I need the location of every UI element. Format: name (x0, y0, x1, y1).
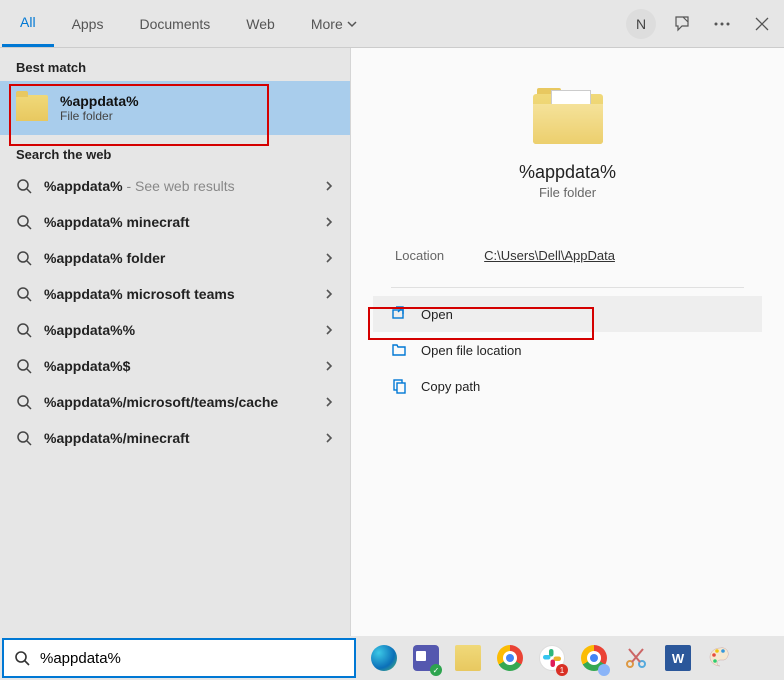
chevron-right-icon (324, 252, 334, 264)
tab-all[interactable]: All (2, 0, 54, 47)
copy-icon (391, 378, 407, 394)
copy-path-action[interactable]: Copy path (373, 368, 762, 404)
preview-title: %appdata% (391, 162, 744, 183)
best-match-header: Best match (0, 48, 350, 81)
tab-web[interactable]: Web (228, 2, 293, 46)
chevron-right-icon (324, 324, 334, 336)
web-result-text: %appdata% microsoft teams (44, 286, 312, 302)
chevron-down-icon (347, 19, 357, 29)
results-panel: Best match %appdata% File folder Search … (0, 48, 350, 636)
web-result[interactable]: %appdata%% (0, 312, 350, 348)
best-match-result[interactable]: %appdata% File folder (0, 81, 350, 135)
web-result[interactable]: %appdata%$ (0, 348, 350, 384)
taskbar-chrome-icon[interactable] (490, 638, 530, 678)
search-icon (16, 358, 32, 374)
close-icon[interactable] (742, 4, 782, 44)
folder-icon-large (533, 88, 603, 144)
search-icon (16, 178, 32, 194)
taskbar-chrome-profile-icon[interactable] (574, 638, 614, 678)
search-icon (14, 650, 30, 666)
taskbar-snip-icon[interactable] (616, 638, 656, 678)
web-result[interactable]: %appdata% - See web results (0, 168, 350, 204)
more-options-icon[interactable] (702, 4, 742, 44)
search-web-header: Search the web (0, 135, 350, 168)
tab-more[interactable]: More (293, 2, 375, 46)
folder-open-icon (391, 342, 407, 358)
search-input[interactable] (40, 650, 344, 667)
web-result[interactable]: %appdata% folder (0, 240, 350, 276)
search-icon (16, 394, 32, 410)
folder-icon (16, 95, 48, 121)
web-result-text: %appdata%$ (44, 358, 312, 374)
best-match-subtitle: File folder (60, 109, 139, 123)
web-result-text: %appdata%/microsoft/teams/cache (44, 394, 312, 410)
open-action[interactable]: Open (373, 296, 762, 332)
location-row: Location C:\Users\Dell\AppData (391, 240, 744, 288)
search-icon (16, 322, 32, 338)
web-result[interactable]: %appdata%/minecraft (0, 420, 350, 456)
open-file-location-action[interactable]: Open file location (373, 332, 762, 368)
taskbar: ✓ 1 W (0, 636, 784, 680)
chevron-right-icon (324, 288, 334, 300)
location-value[interactable]: C:\Users\Dell\AppData (484, 248, 615, 263)
search-icon (16, 430, 32, 446)
chevron-right-icon (324, 180, 334, 192)
chevron-right-icon (324, 360, 334, 372)
tab-apps[interactable]: Apps (54, 2, 122, 46)
chevron-right-icon (324, 432, 334, 444)
search-icon (16, 250, 32, 266)
web-result-text: %appdata% minecraft (44, 214, 312, 230)
web-result-text: %appdata% folder (44, 250, 312, 266)
taskbar-search[interactable] (2, 638, 356, 678)
chevron-right-icon (324, 216, 334, 228)
taskbar-slack-icon[interactable]: 1 (532, 638, 572, 678)
web-result[interactable]: %appdata% microsoft teams (0, 276, 350, 312)
search-icon (16, 214, 32, 230)
web-result-text: %appdata%/minecraft (44, 430, 312, 446)
filter-tabs: All Apps Documents Web More N (0, 0, 784, 48)
taskbar-edge-icon[interactable] (364, 638, 404, 678)
tab-documents[interactable]: Documents (121, 2, 228, 46)
feedback-icon[interactable] (662, 4, 702, 44)
taskbar-file-explorer-icon[interactable] (448, 638, 488, 678)
taskbar-paint-icon[interactable] (700, 638, 740, 678)
chevron-right-icon (324, 396, 334, 408)
preview-panel: %appdata% File folder Location C:\Users\… (350, 48, 784, 636)
web-result[interactable]: %appdata%/microsoft/teams/cache (0, 384, 350, 420)
web-result-text: %appdata% - See web results (44, 178, 312, 194)
open-location-label: Open file location (421, 343, 521, 358)
web-result-text: %appdata%% (44, 322, 312, 338)
open-label: Open (421, 307, 453, 322)
location-label: Location (395, 248, 444, 263)
web-result[interactable]: %appdata% minecraft (0, 204, 350, 240)
best-match-title: %appdata% (60, 93, 139, 109)
search-icon (16, 286, 32, 302)
taskbar-word-icon[interactable]: W (658, 638, 698, 678)
copy-path-label: Copy path (421, 379, 480, 394)
open-icon (391, 306, 407, 322)
user-avatar[interactable]: N (626, 9, 656, 39)
taskbar-teams-icon[interactable]: ✓ (406, 638, 446, 678)
preview-subtitle: File folder (391, 185, 744, 200)
